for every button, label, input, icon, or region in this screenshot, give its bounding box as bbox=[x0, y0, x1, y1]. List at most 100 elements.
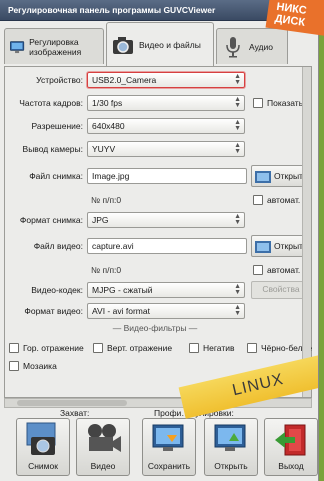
spin-arrows-icon: ▲ ▼ bbox=[234, 119, 241, 132]
negative-checkbox[interactable]: Негатив bbox=[189, 343, 234, 353]
checkbox-box[interactable] bbox=[253, 98, 263, 108]
exit-button[interactable]: Выход bbox=[264, 418, 318, 476]
device-label: Устройство: bbox=[36, 75, 83, 85]
checkbox-box[interactable] bbox=[93, 343, 103, 353]
exit-button-label: Выход bbox=[278, 461, 304, 471]
tab-video-files[interactable]: Видео и файлы bbox=[106, 22, 214, 66]
snapshot-button-label: Снимок bbox=[28, 461, 58, 471]
filters-separator: — Видео-фильтры — bbox=[112, 323, 198, 333]
snapshot-file-label: Файл снимка: bbox=[29, 171, 83, 181]
video-counter: № п/п:0 bbox=[91, 265, 122, 275]
device-row: Устройство: USB2.0_Camera ▲ ▼ bbox=[5, 71, 305, 89]
snapshot-auto-label: автомат. bbox=[267, 195, 301, 205]
checkbox-box[interactable] bbox=[253, 195, 263, 205]
snapshot-button[interactable]: Снимок bbox=[16, 418, 70, 476]
scrollbar-thumb[interactable] bbox=[17, 400, 127, 406]
tab-audio[interactable]: Аудио bbox=[216, 28, 288, 64]
checkbox-box[interactable] bbox=[189, 343, 199, 353]
vmirror-label: Верт. отражение bbox=[107, 343, 173, 353]
tab-label: Видео и файлы bbox=[139, 39, 201, 50]
checkbox-box[interactable] bbox=[253, 265, 263, 275]
fps-combo[interactable]: 1/30 fps ▲ ▼ bbox=[87, 95, 245, 111]
filters-row: Гор. отражение Верт. отражение Негатив Ч… bbox=[5, 339, 312, 357]
exit-door-icon bbox=[275, 424, 306, 456]
resolution-combo[interactable]: 640x480 ▲ ▼ bbox=[87, 118, 245, 134]
microphone-icon bbox=[226, 36, 240, 57]
fps-value: 1/30 fps bbox=[92, 98, 123, 108]
video-auto-label: автомат. bbox=[267, 265, 301, 275]
guvcviewer-window: Регулировочная панель программы GUVCView… bbox=[0, 0, 319, 481]
snapshot-format-label: Формат снимка: bbox=[19, 215, 83, 225]
vmirror-checkbox[interactable]: Верт. отражение bbox=[93, 343, 172, 353]
camera-snapshot-icon bbox=[26, 422, 56, 455]
vertical-scrollbar[interactable] bbox=[302, 67, 311, 397]
spin-arrows-icon: ▲ ▼ bbox=[234, 283, 241, 296]
monitor-icon bbox=[10, 40, 25, 53]
video-codec-row: Видео-кодек: MJPG - сжатый ▲ ▼ Свойства bbox=[5, 281, 311, 299]
show-fps-label: Показать bbox=[267, 98, 304, 108]
snapshot-counter: № п/п:0 bbox=[91, 195, 122, 205]
fps-row: Частота кадров: 1/30 fps ▲ ▼ Показать bbox=[5, 94, 305, 112]
spin-arrows-icon: ▲ ▼ bbox=[234, 96, 241, 109]
folder-open-icon bbox=[255, 241, 271, 253]
video-file-label: Файл видео: bbox=[33, 241, 83, 251]
hmirror-checkbox[interactable]: Гор. отражение bbox=[9, 343, 84, 353]
open-button-label: Открыть bbox=[214, 461, 248, 471]
save-monitor-icon bbox=[152, 424, 184, 451]
video-button-label: Видео bbox=[90, 461, 116, 471]
show-fps-checkbox[interactable]: Показать bbox=[253, 98, 303, 108]
resolution-row: Разрешение: 640x480 ▲ ▼ bbox=[5, 117, 305, 135]
snapshot-format-value: JPG bbox=[92, 215, 109, 225]
video-button[interactable]: Видео bbox=[76, 418, 130, 476]
spin-arrows-icon: ▲ ▼ bbox=[234, 142, 241, 155]
folder-open-icon bbox=[255, 171, 271, 183]
snapshot-counter-row: № п/п:0 автомат. bbox=[5, 191, 305, 209]
video-format-label: Формат видео: bbox=[24, 306, 83, 316]
video-auto-checkbox[interactable]: автомат. bbox=[253, 265, 300, 275]
checkbox-box[interactable] bbox=[247, 343, 257, 353]
resolution-value: 640x480 bbox=[92, 121, 125, 131]
camera-icon bbox=[113, 36, 133, 54]
video-format-row: Формат видео: AVI - avi format ▲ ▼ bbox=[5, 302, 305, 320]
video-file-row: Файл видео: capture.avi Открыть bbox=[5, 235, 311, 257]
video-codec-value: MJPG - сжатый bbox=[92, 285, 153, 295]
hmirror-label: Гор. отражение bbox=[23, 343, 84, 353]
snapshot-file-input[interactable]: Image.jpg bbox=[87, 168, 247, 184]
open-profile-button[interactable]: Открыть bbox=[204, 418, 258, 476]
snapshot-auto-checkbox[interactable]: автомат. bbox=[253, 195, 300, 205]
video-file-input[interactable]: capture.avi bbox=[87, 238, 247, 254]
spin-arrows-icon: ▲ ▼ bbox=[234, 73, 241, 86]
checkbox-box[interactable] bbox=[9, 343, 19, 353]
tab-label: Аудио bbox=[249, 41, 273, 52]
tab-image-controls[interactable]: Регулировка изображения bbox=[4, 28, 104, 64]
spin-arrows-icon: ▲ ▼ bbox=[234, 213, 241, 226]
output-combo[interactable]: YUYV ▲ ▼ bbox=[87, 141, 245, 157]
video-codec-label: Видео-кодек: bbox=[31, 285, 83, 295]
snapshot-format-combo[interactable]: JPG ▲ ▼ bbox=[87, 212, 245, 228]
video-camera-icon bbox=[88, 424, 121, 452]
video-format-combo[interactable]: AVI - avi format ▲ ▼ bbox=[87, 303, 245, 319]
device-value: USB2.0_Camera bbox=[92, 75, 157, 85]
video-format-value: AVI - avi format bbox=[92, 306, 150, 316]
mosaic-checkbox[interactable]: Мозаика bbox=[9, 361, 57, 371]
spin-arrows-icon: ▲ ▼ bbox=[234, 304, 241, 317]
tab-label: Регулировка изображения bbox=[29, 36, 82, 57]
snapshot-format-row: Формат снимка: JPG ▲ ▼ bbox=[5, 211, 305, 229]
output-value: YUYV bbox=[92, 144, 116, 154]
mosaic-label: Мозаика bbox=[23, 361, 57, 371]
snapshot-file-row: Файл снимка: Image.jpg Открыть bbox=[5, 165, 311, 187]
checkbox-box[interactable] bbox=[9, 361, 19, 371]
output-row: Вывод камеры: YUYV ▲ ▼ bbox=[5, 140, 305, 158]
open-monitor-icon bbox=[214, 424, 246, 451]
video-counter-row: № п/п:0 автомат. bbox=[5, 261, 305, 279]
output-label: Вывод камеры: bbox=[22, 144, 83, 154]
device-combo[interactable]: USB2.0_Camera ▲ ▼ bbox=[87, 72, 245, 88]
tab-bar: Регулировка изображения Видео и файлы Ау… bbox=[4, 22, 314, 66]
video-codec-combo[interactable]: MJPG - сжатый ▲ ▼ bbox=[87, 282, 245, 298]
save-profile-button[interactable]: Сохранить bbox=[142, 418, 196, 476]
negative-label: Негатив bbox=[203, 343, 235, 353]
save-button-label: Сохранить bbox=[147, 461, 191, 471]
resolution-label: Разрешение: bbox=[31, 121, 83, 131]
fps-label: Частота кадров: bbox=[19, 98, 83, 108]
video-files-panel: Устройство: USB2.0_Camera ▲ ▼ Частота кад… bbox=[4, 66, 312, 398]
